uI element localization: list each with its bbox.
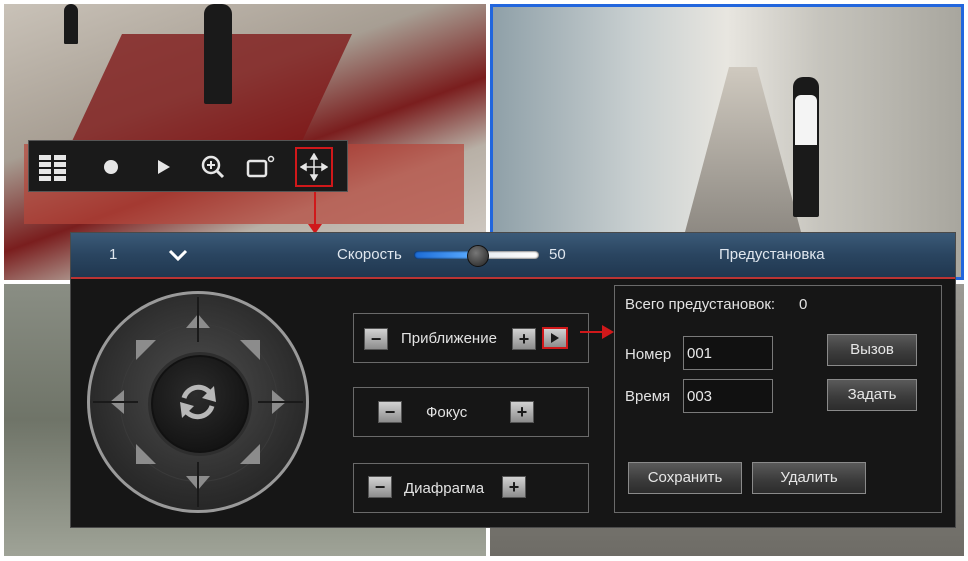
speed-value: 50 <box>549 246 566 263</box>
live-view-toolbar <box>28 140 348 192</box>
connector-line <box>314 192 316 226</box>
zoom-control-group: − Приближение + <box>353 313 589 363</box>
preset-delete-button[interactable]: Удалить <box>752 462 866 494</box>
record-dot-icon <box>104 160 118 174</box>
chevron-down-icon[interactable] <box>167 245 189 265</box>
preset-call-button[interactable]: Вызов <box>827 334 917 366</box>
zoom-label: Приближение <box>401 330 497 347</box>
preset-number-label: Номер <box>625 346 672 363</box>
channel-number: 1 <box>109 246 118 263</box>
layout-button[interactable] <box>35 149 71 185</box>
ptz-control-panel: 1 Скорость 50 Предустановка − Приближени… <box>70 232 956 528</box>
play-icon <box>158 160 170 174</box>
move-arrows-icon <box>300 153 328 181</box>
pan-up-left-icon <box>136 340 156 360</box>
speed-slider-knob[interactable] <box>466 245 489 267</box>
focus-plus-button[interactable]: + <box>510 401 534 423</box>
ptz-button[interactable] <box>295 147 333 187</box>
play-button[interactable] <box>145 149 181 185</box>
person-figure <box>204 4 232 104</box>
ptz-header: 1 Скорость 50 Предустановка <box>71 233 955 279</box>
preset-total-value: 0 <box>799 296 808 313</box>
ptz-direction-pad[interactable] <box>87 291 309 513</box>
layout-grid-icon <box>39 155 66 181</box>
zoom-in-button[interactable]: + <box>512 328 536 350</box>
preset-panel: Всего предустановок: 0 Номер 001 Вызов В… <box>614 285 942 513</box>
preset-save-button[interactable]: Сохранить <box>628 462 742 494</box>
iris-minus-button[interactable]: − <box>368 476 392 498</box>
pan-up-right-icon <box>240 340 260 360</box>
preset-number-field[interactable]: 001 <box>683 336 773 370</box>
preset-time-label: Время <box>625 388 671 405</box>
snapshot-button[interactable] <box>243 149 279 185</box>
preset-time-field[interactable]: 003 <box>683 379 773 413</box>
person-shirt <box>795 95 817 145</box>
zoom-out-button[interactable]: − <box>364 328 388 350</box>
arrow-right-icon <box>551 333 559 343</box>
zoom-button[interactable] <box>195 149 231 185</box>
refresh-icon <box>180 384 216 420</box>
focus-label: Фокус <box>426 404 468 421</box>
zoom-more-button[interactable] <box>542 327 568 349</box>
focus-minus-button[interactable]: − <box>378 401 402 423</box>
focus-control-group: − Фокус + <box>353 387 589 437</box>
record-button[interactable] <box>93 149 129 185</box>
zoom-in-icon <box>201 155 225 179</box>
pan-down-left-icon <box>136 444 156 464</box>
speed-label: Скорость <box>337 246 402 263</box>
person-figure <box>64 4 78 44</box>
ptz-reset-button[interactable] <box>151 355 249 453</box>
preset-set-button[interactable]: Задать <box>827 379 917 411</box>
iris-control-group: − Диафрагма + <box>353 463 589 513</box>
preset-section-title: Предустановка <box>719 246 825 263</box>
speed-slider[interactable] <box>414 245 539 267</box>
arrow-right-icon <box>602 325 614 339</box>
pan-down-right-icon <box>240 444 260 464</box>
iris-label: Диафрагма <box>404 480 485 497</box>
window-icon <box>246 155 275 178</box>
iris-plus-button[interactable]: + <box>502 476 526 498</box>
preset-total-label: Всего предустановок: <box>625 296 776 313</box>
